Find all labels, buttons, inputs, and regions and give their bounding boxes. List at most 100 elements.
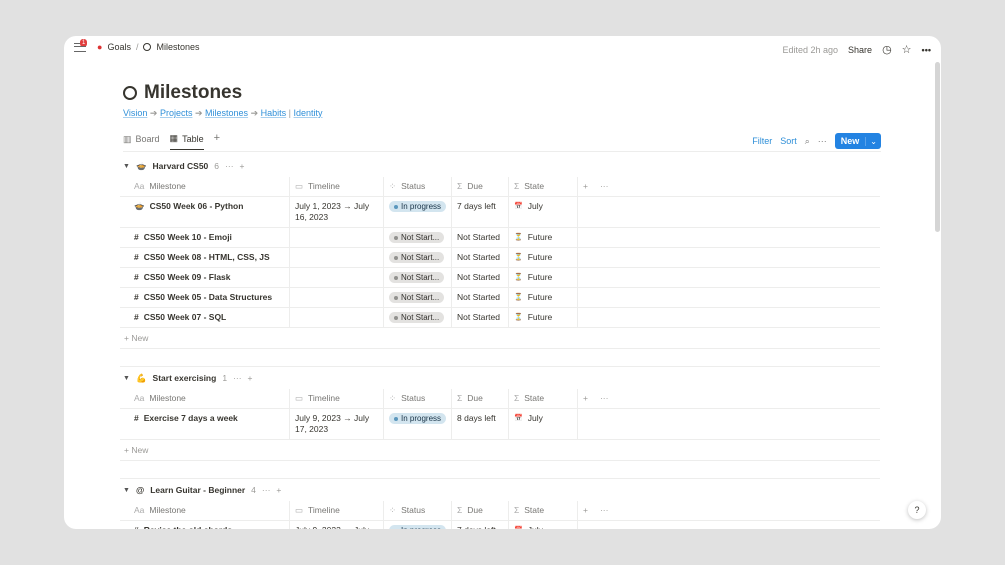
timeline-cell[interactable] bbox=[290, 228, 384, 247]
table-row[interactable]: # CS50 Week 05 - Data Structures Not Star… bbox=[120, 288, 880, 308]
group-header[interactable]: ▼ 🍲 Harvard CS50 6 ··· + bbox=[120, 155, 880, 177]
column-header-1[interactable]: ▭ Timeline bbox=[290, 177, 384, 196]
group-header[interactable]: ▼ 💪 Start exercising 1 ··· + bbox=[120, 367, 880, 389]
add-property-icon[interactable]: + bbox=[583, 181, 588, 192]
column-header-2[interactable]: ⁘ Status bbox=[384, 501, 452, 520]
column-header-2[interactable]: ⁘ Status bbox=[384, 177, 452, 196]
timeline-cell[interactable] bbox=[290, 288, 384, 307]
column-header-4[interactable]: Σ State bbox=[509, 501, 578, 520]
status-cell[interactable]: Not Start... bbox=[384, 288, 452, 307]
milestone-cell[interactable]: # Exercise 7 days a week bbox=[120, 409, 290, 439]
column-header-1[interactable]: ▭ Timeline bbox=[290, 389, 384, 408]
link-identity[interactable]: Identity bbox=[294, 108, 323, 118]
table-row[interactable]: # Revise the old chords July 9, 2023 → Ju… bbox=[120, 521, 880, 529]
timeline-cell[interactable] bbox=[290, 248, 384, 267]
timeline-cell[interactable]: July 1, 2023 → July 16, 2023 bbox=[290, 197, 384, 227]
group-header[interactable]: ▼ @ Learn Guitar - Beginner 4 ··· + bbox=[120, 479, 880, 501]
add-property-icon[interactable]: + bbox=[583, 505, 588, 516]
more-icon[interactable]: ··· bbox=[600, 181, 609, 192]
milestone-name[interactable]: CS50 Week 06 - Python bbox=[150, 201, 244, 212]
column-header-0[interactable]: Aa Milestone bbox=[120, 177, 290, 196]
milestone-cell[interactable]: # CS50 Week 07 - SQL bbox=[120, 308, 290, 327]
timeline-cell[interactable] bbox=[290, 308, 384, 327]
table-row[interactable]: # CS50 Week 09 - Flask Not Start... Not S… bbox=[120, 268, 880, 288]
history-clock-icon[interactable]: ◷ bbox=[882, 43, 892, 56]
column-header-2[interactable]: ⁘ Status bbox=[384, 389, 452, 408]
group-add-icon[interactable]: + bbox=[276, 485, 281, 495]
link-habits[interactable]: Habits bbox=[261, 108, 287, 118]
column-header-4[interactable]: Σ State bbox=[509, 389, 578, 408]
collapse-triangle-icon[interactable]: ▼ bbox=[123, 163, 130, 170]
tab-table[interactable]: ▦ Table bbox=[169, 133, 204, 150]
share-button[interactable]: Share bbox=[848, 45, 872, 55]
link-milestones[interactable]: Milestones bbox=[205, 108, 248, 118]
status-cell[interactable]: In progress bbox=[384, 409, 452, 439]
milestone-name[interactable]: Revise the old chords bbox=[144, 525, 232, 529]
milestone-cell[interactable]: # CS50 Week 10 - Emoji bbox=[120, 228, 290, 247]
table-row[interactable]: # CS50 Week 10 - Emoji Not Start... Not S… bbox=[120, 228, 880, 248]
column-header-1[interactable]: ▭ Timeline bbox=[290, 501, 384, 520]
timeline-cell[interactable]: July 9, 2023 → July 17, 2023 bbox=[290, 409, 384, 439]
milestone-cell[interactable]: # CS50 Week 08 - HTML, CSS, JS bbox=[120, 248, 290, 267]
milestone-name[interactable]: Exercise 7 days a week bbox=[144, 413, 238, 424]
timeline-cell[interactable]: July 9, 2023 → July bbox=[290, 521, 384, 529]
breadcrumb-goals[interactable]: Goals bbox=[107, 42, 131, 52]
table-row[interactable]: 🍲 CS50 Week 06 - Python July 1, 2023 → Ju… bbox=[120, 197, 880, 228]
column-header-4[interactable]: Σ State bbox=[509, 177, 578, 196]
status-cell[interactable]: In progress bbox=[384, 521, 452, 529]
milestone-name[interactable]: CS50 Week 09 - Flask bbox=[144, 272, 231, 283]
search-icon[interactable]: ⌕ bbox=[805, 136, 810, 147]
column-header-0[interactable]: Aa Milestone bbox=[120, 389, 290, 408]
tab-board[interactable]: ▥ Board bbox=[123, 133, 160, 150]
status-cell[interactable]: Not Start... bbox=[384, 268, 452, 287]
new-button[interactable]: New ⌄ bbox=[834, 133, 881, 149]
link-projects[interactable]: Projects bbox=[160, 108, 193, 118]
state-value: July bbox=[527, 413, 543, 423]
column-header-3[interactable]: Σ Due bbox=[452, 389, 509, 408]
column-header-3[interactable]: Σ Due bbox=[452, 177, 509, 196]
breadcrumb-milestones[interactable]: Milestones bbox=[156, 42, 199, 52]
group-add-icon[interactable]: + bbox=[240, 161, 245, 171]
more-icon[interactable]: ··· bbox=[818, 136, 827, 146]
favorite-star-icon[interactable]: ☆ bbox=[902, 43, 912, 56]
scrollbar[interactable] bbox=[935, 62, 940, 232]
column-header-3[interactable]: Σ Due bbox=[452, 501, 509, 520]
milestone-name[interactable]: CS50 Week 07 - SQL bbox=[144, 312, 227, 323]
column-header-0[interactable]: Aa Milestone bbox=[120, 501, 290, 520]
milestone-name[interactable]: CS50 Week 05 - Data Structures bbox=[144, 292, 272, 303]
milestone-cell[interactable]: # Revise the old chords bbox=[120, 521, 290, 529]
milestone-name[interactable]: CS50 Week 10 - Emoji bbox=[144, 232, 232, 243]
sidebar-menu-icon[interactable]: 1 bbox=[74, 38, 88, 52]
group-add-icon[interactable]: + bbox=[248, 373, 253, 383]
collapse-triangle-icon[interactable]: ▼ bbox=[123, 487, 130, 494]
status-cell[interactable]: In progress bbox=[384, 197, 452, 227]
status-cell[interactable]: Not Start... bbox=[384, 248, 452, 267]
new-row-button[interactable]: + New bbox=[120, 440, 880, 461]
group-more-icon[interactable]: ··· bbox=[225, 161, 234, 171]
column-label: Due bbox=[467, 505, 483, 515]
milestone-cell[interactable]: 🍲 CS50 Week 06 - Python bbox=[120, 197, 290, 227]
more-options-icon[interactable]: ••• bbox=[922, 45, 931, 55]
new-row-button[interactable]: + New bbox=[120, 328, 880, 349]
status-cell[interactable]: Not Start... bbox=[384, 308, 452, 327]
group-more-icon[interactable]: ··· bbox=[262, 485, 271, 495]
add-property-icon[interactable]: + bbox=[583, 393, 588, 404]
milestone-cell[interactable]: # CS50 Week 05 - Data Structures bbox=[120, 288, 290, 307]
link-vision[interactable]: Vision bbox=[123, 108, 147, 118]
table-row[interactable]: # CS50 Week 08 - HTML, CSS, JS Not Start.… bbox=[120, 248, 880, 268]
add-view-button[interactable]: + bbox=[214, 131, 220, 150]
help-button[interactable]: ? bbox=[908, 501, 926, 519]
table-row[interactable]: # Exercise 7 days a week July 9, 2023 → J… bbox=[120, 409, 880, 440]
collapse-triangle-icon[interactable]: ▼ bbox=[123, 375, 130, 382]
group-more-icon[interactable]: ··· bbox=[233, 373, 242, 383]
sort-button[interactable]: Sort bbox=[780, 136, 797, 146]
milestone-name[interactable]: CS50 Week 08 - HTML, CSS, JS bbox=[144, 252, 270, 263]
more-icon[interactable]: ··· bbox=[600, 393, 609, 404]
milestone-cell[interactable]: # CS50 Week 09 - Flask bbox=[120, 268, 290, 287]
filter-button[interactable]: Filter bbox=[752, 136, 772, 146]
timeline-cell[interactable] bbox=[290, 268, 384, 287]
more-icon[interactable]: ··· bbox=[600, 505, 609, 516]
table-row[interactable]: # CS50 Week 07 - SQL Not Start... Not Sta… bbox=[120, 308, 880, 328]
status-cell[interactable]: Not Start... bbox=[384, 228, 452, 247]
chevron-down-icon[interactable]: ⌄ bbox=[865, 136, 881, 146]
